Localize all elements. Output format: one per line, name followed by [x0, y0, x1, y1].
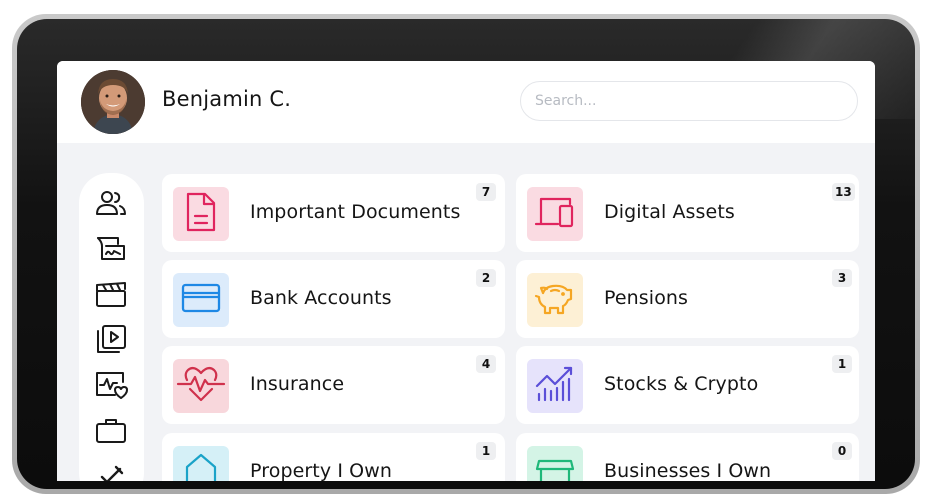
category-tile	[173, 446, 229, 481]
document-icon	[184, 192, 218, 236]
sidebar-item-edit[interactable]	[93, 463, 129, 481]
health-heart-icon	[93, 370, 129, 404]
category-tile	[173, 187, 229, 241]
count-badge: 1	[832, 355, 852, 373]
category-card-digital-assets[interactable]: Digital Assets 13	[516, 174, 859, 252]
sidebar-item-documents[interactable]	[93, 234, 129, 266]
search-input[interactable]	[520, 81, 858, 121]
category-tile	[527, 359, 583, 413]
app-screen: Benjamin C. Search... Important Document…	[57, 61, 875, 481]
count-badge: 4	[476, 355, 496, 373]
house-icon	[181, 451, 221, 481]
piggy-bank-icon	[533, 279, 577, 321]
category-label: Important Documents	[250, 201, 461, 223]
people-icon	[94, 189, 128, 221]
category-card-pensions[interactable]: Pensions 3	[516, 260, 859, 338]
avatar[interactable]	[81, 70, 145, 134]
category-tile	[527, 187, 583, 241]
category-card-stocks-crypto[interactable]: Stocks & Crypto 1	[516, 346, 859, 424]
pen-icon	[94, 463, 128, 481]
clapperboard-icon	[94, 280, 128, 312]
count-badge: 7	[476, 183, 496, 201]
category-tile	[527, 273, 583, 327]
header: Benjamin C.	[57, 61, 875, 143]
credit-card-icon	[180, 281, 222, 319]
category-card-important-documents[interactable]: Important Documents 7	[162, 174, 505, 252]
category-label: Stocks & Crypto	[604, 373, 759, 395]
count-badge: 0	[832, 442, 852, 460]
category-card-bank-accounts[interactable]: Bank Accounts 2	[162, 260, 505, 338]
sidebar-item-work[interactable]	[93, 416, 129, 448]
category-tile	[527, 446, 583, 481]
stock-chart-icon	[533, 364, 577, 408]
heart-pulse-icon	[176, 364, 226, 408]
sidebar	[79, 173, 144, 481]
category-label: Businesses I Own	[604, 460, 772, 481]
signed-document-icon	[94, 234, 128, 266]
count-badge: 13	[832, 183, 855, 201]
category-label: Bank Accounts	[250, 287, 392, 309]
store-icon	[533, 451, 577, 481]
sidebar-item-videos[interactable]	[93, 325, 129, 357]
sidebar-item-people[interactable]	[93, 189, 129, 221]
category-tile	[173, 273, 229, 327]
sidebar-item-health[interactable]	[93, 371, 129, 403]
category-label: Pensions	[604, 287, 689, 309]
category-label: Digital Assets	[604, 201, 735, 223]
category-card-businesses[interactable]: Businesses I Own 0	[516, 433, 859, 481]
category-label: Property I Own	[250, 460, 393, 481]
category-tile	[173, 359, 229, 413]
devices-icon	[534, 195, 576, 233]
briefcase-icon	[94, 416, 128, 448]
category-card-property[interactable]: Property I Own 1	[162, 433, 505, 481]
video-library-icon	[94, 324, 128, 358]
sidebar-item-media[interactable]	[93, 280, 129, 312]
user-name: Benjamin C.	[162, 87, 292, 111]
count-badge: 2	[476, 269, 496, 287]
category-label: Insurance	[250, 373, 345, 395]
category-card-insurance[interactable]: Insurance 4	[162, 346, 505, 424]
count-badge: 3	[832, 269, 852, 287]
count-badge: 1	[476, 442, 496, 460]
